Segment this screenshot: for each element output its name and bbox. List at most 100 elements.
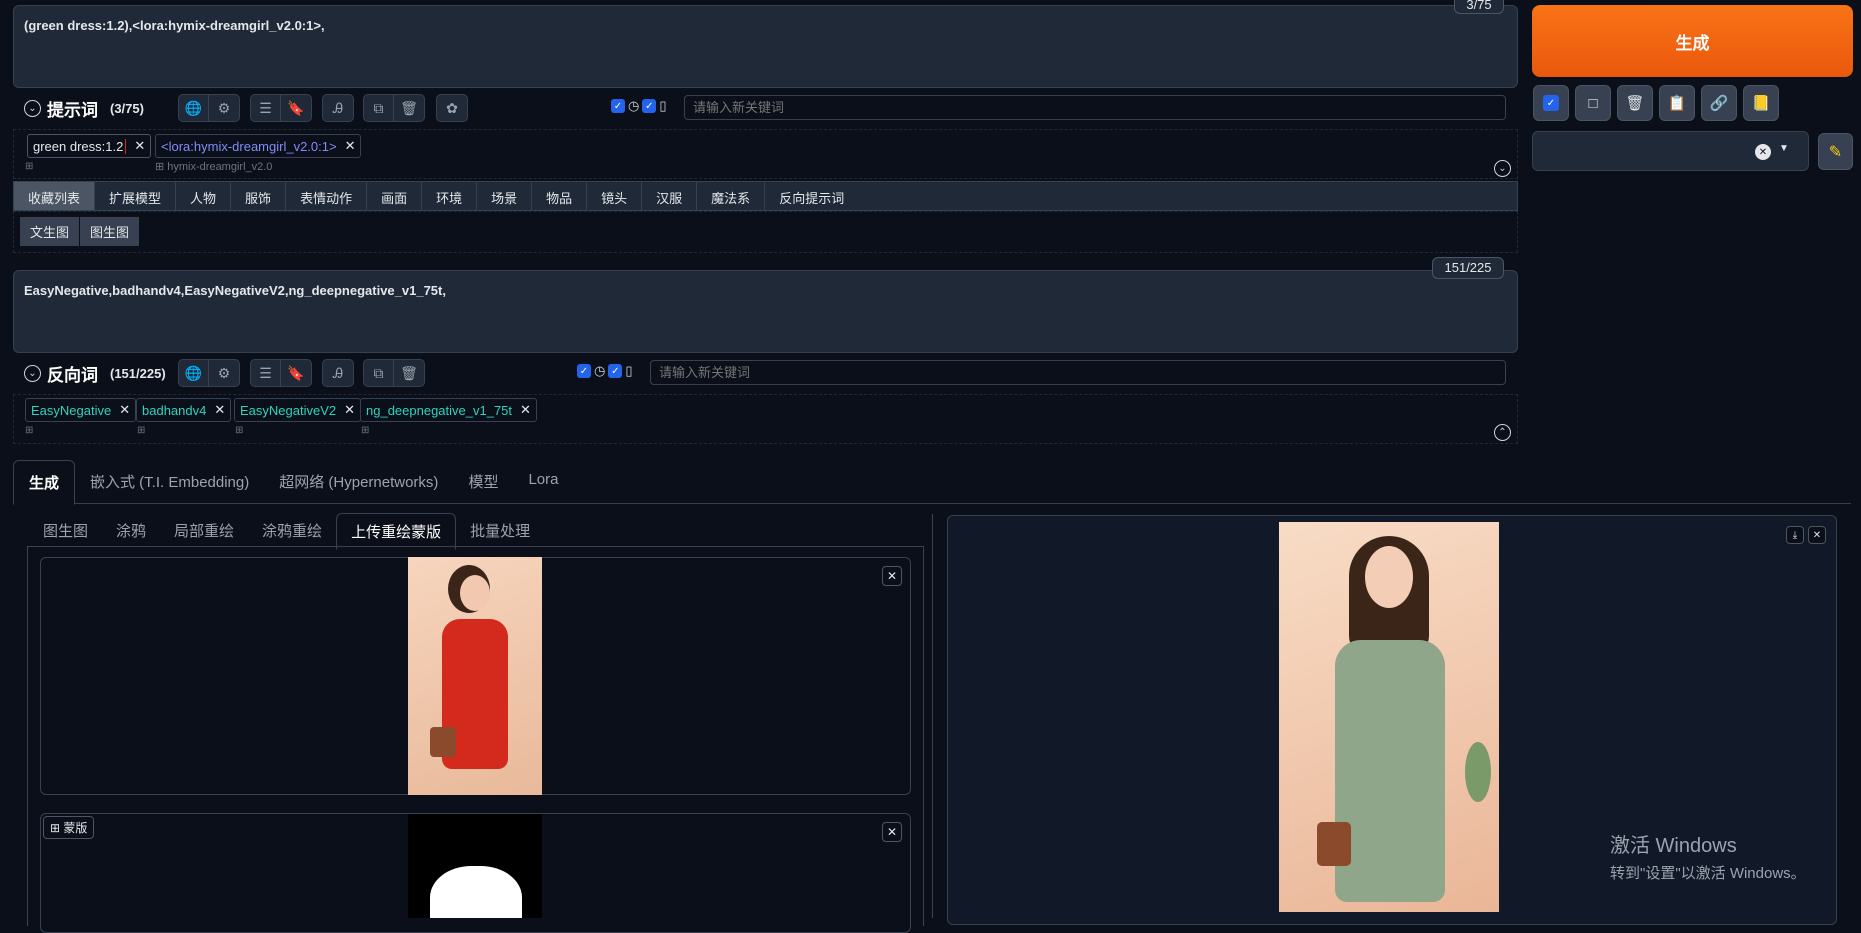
download-icon[interactable]: ⤓	[1786, 526, 1804, 544]
negative-options: ✓ ◷ ✓ ▯	[577, 363, 633, 379]
negative-keyword-input[interactable]	[650, 360, 1506, 385]
close-icon[interactable]: ✕	[1808, 526, 1826, 544]
negative-tag[interactable]: EasyNegativeV2 ✕	[234, 398, 362, 422]
tab-batch[interactable]: 批量处理	[456, 513, 544, 550]
prompt-tag[interactable]: <lora:hymix-dreamgirl_v2.0:1> ✕	[155, 134, 362, 158]
category-tab[interactable]: 人物	[176, 182, 232, 210]
handbag	[1317, 822, 1351, 866]
category-tab[interactable]: 场景	[477, 182, 533, 210]
category-tab[interactable]: 汉服	[642, 182, 698, 210]
remove-tag-icon[interactable]: ✕	[214, 402, 225, 418]
note-icon[interactable]: 📒	[1743, 85, 1779, 121]
figure-face	[1365, 546, 1413, 608]
history-icon[interactable]: ◷	[594, 363, 605, 379]
category-tab[interactable]: 魔法系	[697, 182, 766, 210]
close-icon[interactable]: ✕	[882, 822, 902, 842]
collapse-icon[interactable]: ⌄	[24, 365, 41, 382]
tab-lora[interactable]: Lora	[513, 460, 573, 505]
remove-tag-icon[interactable]: ✕	[119, 402, 130, 418]
tab-inpaint-upload[interactable]: 上传重绘蒙版	[336, 513, 457, 550]
bookmark-icon[interactable]: 🔖	[281, 95, 311, 121]
trash-icon[interactable]: 🗑	[1617, 85, 1653, 121]
settings-icon[interactable]: ⚙	[209, 95, 239, 121]
subcategory-tab[interactable]: 图生图	[80, 217, 140, 246]
tag-translate-icon[interactable]: ⊞	[361, 425, 369, 436]
negative-tool-group-1: 🌐 ⚙	[178, 359, 240, 387]
option-checkbox[interactable]: ✓	[577, 364, 591, 378]
category-tab[interactable]: 扩展模型	[95, 182, 177, 210]
prompt-tag[interactable]: green dress:1.2 ✕	[27, 134, 152, 158]
negative-tag[interactable]: ng_deepnegative_v1_75t ✕	[360, 398, 537, 422]
option-checkbox[interactable]: ✓	[611, 99, 625, 113]
text-convert-icon[interactable]: Ꭿ	[323, 95, 353, 121]
main-tabs: 生成 嵌入式 (T.I. Embedding) 超网络 (Hypernetwor…	[13, 460, 573, 505]
tab-inpaint[interactable]: 局部重绘	[160, 513, 248, 550]
edit-style-button[interactable]: ✎	[1818, 133, 1853, 170]
category-tab[interactable]: 画面	[367, 182, 423, 210]
tag-translate-icon[interactable]: ⊞	[25, 161, 33, 172]
text-convert-icon[interactable]: Ꭿ	[323, 360, 353, 386]
translate-icon[interactable]: 🌐	[179, 360, 209, 386]
openai-icon[interactable]: ✿	[437, 95, 467, 121]
tag-text: green dress:1.2	[33, 138, 127, 154]
remove-tag-icon[interactable]: ✕	[134, 138, 145, 154]
tag-translate-icon[interactable]: ⊞	[25, 425, 33, 436]
category-tab[interactable]: 收藏列表	[14, 182, 96, 210]
close-icon[interactable]: ✕	[882, 566, 902, 586]
category-tab[interactable]: 表情动作	[286, 182, 368, 210]
tab-embedding[interactable]: 嵌入式 (T.I. Embedding)	[75, 460, 264, 505]
option-checkbox-2[interactable]: ✓	[608, 364, 623, 378]
tab-sketch[interactable]: 涂鸦	[102, 513, 160, 550]
remove-tag-icon[interactable]: ✕	[345, 138, 356, 154]
tab-hypernetworks[interactable]: 超网络 (Hypernetworks)	[264, 460, 453, 505]
output-image[interactable]	[1279, 522, 1499, 912]
settings-icon[interactable]: ⚙	[209, 360, 239, 386]
history-icon[interactable]: ◷	[628, 98, 639, 114]
load-list-icon[interactable]: ☰	[251, 95, 281, 121]
trash-icon[interactable]: 🗑	[394, 360, 424, 386]
bookmark-icon[interactable]: 🔖	[281, 360, 311, 386]
category-tab[interactable]: 环境	[422, 182, 478, 210]
collapse-up-icon[interactable]: ⌃	[1494, 424, 1511, 441]
option-checkbox-2[interactable]: ✓	[642, 99, 657, 113]
prompt-textarea[interactable]: (green dress:1.2),<lora:hymix-dreamgirl_…	[13, 5, 1518, 88]
panel-icon[interactable]: ▯	[625, 363, 632, 379]
negative-tool-group-3: Ꭿ	[322, 359, 354, 387]
clipboard-icon[interactable]: 📋	[1659, 85, 1695, 121]
mask-label: ⊞ 蒙版	[43, 816, 95, 839]
tag-text: EasyNegativeV2	[240, 402, 337, 418]
panel-icon[interactable]: ▯	[659, 98, 666, 114]
tab-generate[interactable]: 生成	[13, 460, 76, 505]
clear-icon[interactable]: ✕	[1755, 144, 1771, 160]
subcategory-tab[interactable]: 文生图	[20, 217, 80, 246]
styles-dropdown[interactable]: ✕ ▼	[1532, 131, 1809, 171]
translate-icon[interactable]: 🌐	[179, 95, 209, 121]
copy-icon[interactable]: ⧉	[364, 95, 394, 121]
checkbox-tool[interactable]: ✓	[1533, 85, 1569, 121]
tab-inpaint-sketch[interactable]: 涂鸦重绘	[248, 513, 336, 550]
negative-tag[interactable]: badhandv4 ✕	[136, 398, 232, 422]
prompt-tool-group-5: ✿	[436, 94, 468, 122]
tab-img2img[interactable]: 图生图	[29, 513, 102, 550]
load-list-icon[interactable]: ☰	[251, 360, 281, 386]
category-tab[interactable]: 服饰	[231, 182, 287, 210]
square-icon[interactable]: □	[1575, 85, 1611, 121]
tab-model[interactable]: 模型	[453, 460, 513, 505]
clip-icon[interactable]: 🔗	[1701, 85, 1737, 121]
remove-tag-icon[interactable]: ✕	[520, 402, 531, 418]
generate-button[interactable]: 生成	[1532, 5, 1853, 77]
category-tab[interactable]: 物品	[532, 182, 588, 210]
prompt-keyword-input[interactable]	[684, 95, 1506, 120]
collapse-icon[interactable]: ⌄	[24, 100, 41, 117]
category-tab[interactable]: 反向提示词	[765, 182, 858, 210]
remove-tag-icon[interactable]: ✕	[344, 402, 355, 418]
expand-icon[interactable]: ⌄	[1494, 160, 1511, 177]
category-tab[interactable]: 镜头	[587, 182, 643, 210]
negative-textarea[interactable]: EasyNegative,badhandv4,EasyNegativeV2,ng…	[13, 270, 1518, 353]
copy-icon[interactable]: ⧉	[364, 360, 394, 386]
trash-icon[interactable]: 🗑	[394, 95, 424, 121]
chevron-down-icon[interactable]: ▼	[1779, 143, 1789, 154]
tag-translate-icon[interactable]: ⊞	[235, 425, 243, 436]
negative-tag[interactable]: EasyNegative ✕	[25, 398, 137, 422]
tag-translate-icon[interactable]: ⊞	[137, 425, 145, 436]
